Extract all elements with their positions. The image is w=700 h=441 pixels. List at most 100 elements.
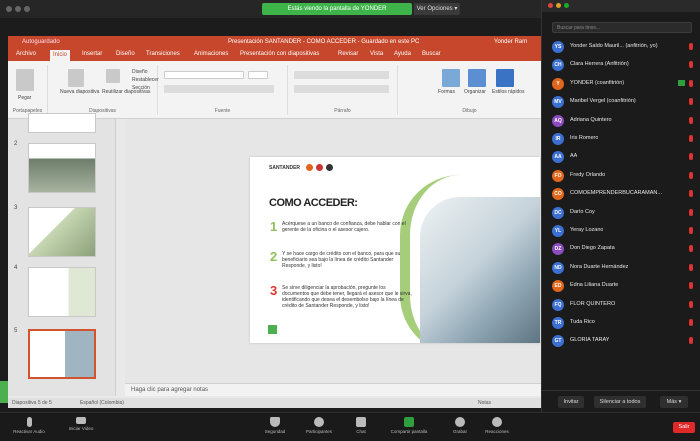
language-indicator[interactable]: Español (Colombia) [80,400,124,406]
participant-row[interactable]: IR Iris Romero [550,130,700,148]
tab-revisar[interactable]: Revisar [338,51,358,57]
step-text: Y se hace cargo de crédito con el banco,… [282,251,401,269]
participant-row[interactable]: ND Nora Duarte Hernández [550,259,700,277]
participant-name: Darío Coy [570,208,595,215]
muted-mic-icon [689,263,693,271]
paragraph-buttons[interactable] [294,71,389,79]
reuse-slides-icon[interactable] [106,69,120,83]
participant-row[interactable]: AQ Adriana Quintero [550,112,700,130]
participant-row[interactable]: GT GLORIA TARAY [550,332,700,350]
tab-archivo[interactable]: Archivo [16,51,36,57]
logo-mark-icon [326,164,333,171]
slide-thumbnail-selected[interactable] [28,329,96,379]
paste-icon[interactable] [16,69,34,91]
participant-row[interactable]: YS Yonder Saldo Mauril... (anfitrión, yo) [550,38,700,56]
font-select[interactable] [164,71,244,79]
avatar: DZ [552,243,564,256]
chat-button[interactable]: Chat [346,417,376,434]
step-text: Acérquese a un banco de confianza, debe … [282,221,406,233]
alignment-buttons[interactable] [294,85,389,93]
participant-row[interactable]: AA AA [550,148,700,166]
maximize-icon[interactable] [564,3,569,8]
ribbon-group-paragraph: Párrafo [288,65,398,115]
font-size-select[interactable] [248,71,268,79]
new-slide-label: Nueva diapositiva [60,89,100,95]
tab-transiciones[interactable]: Transiciones [146,51,180,57]
tab-inicio[interactable]: Inicio [50,50,71,61]
avatar: MV [552,96,564,109]
window-dot-icon[interactable] [6,6,12,12]
reset-button[interactable]: Restablecer [132,77,159,83]
window-dot-icon[interactable] [15,6,21,12]
avatar: CH [552,59,564,72]
participant-row[interactable]: MV Maribel Vergel (coanfitrión) [550,93,700,111]
invite-button[interactable]: Invitar [558,396,584,408]
tab-animaciones[interactable]: Animaciones [194,51,228,57]
slide-thumbnail[interactable] [28,143,96,193]
shield-icon [270,417,280,427]
reactions-button[interactable]: Reacciones [480,417,514,434]
layout-button[interactable]: Diseño [132,69,148,75]
participants-button[interactable]: Participantes [298,417,340,434]
notes-toggle[interactable]: Notas [478,400,491,406]
leave-meeting-button[interactable]: Salir [673,422,695,433]
section-button[interactable]: Sección [132,85,150,91]
record-button[interactable]: Grabar [446,417,474,434]
arrange-icon[interactable] [468,69,486,87]
tab-presentacion[interactable]: Presentación con diapositivas [240,51,319,57]
tab-buscar[interactable]: Buscar [422,51,441,57]
toolbar-label: Iniciar Video [68,426,94,431]
participant-row[interactable]: DC Darío Coy [550,204,700,222]
tab-vista[interactable]: Vista [370,51,383,57]
font-format-buttons[interactable] [164,85,274,93]
new-slide-icon[interactable] [68,69,84,87]
muted-mic-icon [689,116,693,124]
minimize-icon[interactable] [556,3,561,8]
tab-diseno[interactable]: Diseño [116,51,135,57]
slide-thumbnail[interactable] [28,267,96,317]
quick-styles-icon[interactable] [496,69,514,87]
toolbar-label: Reacciones [485,429,509,434]
shapes-icon[interactable] [442,69,460,87]
participant-row[interactable]: TR Tuda Rico [550,314,700,332]
participant-row[interactable]: Y YONDER (coanfitrión) [550,75,700,93]
muted-mic-icon [689,61,693,69]
participant-row[interactable]: CO COMOEMPRENDERBUCARAMAN... [550,185,700,203]
notes-pane[interactable]: Haga clic para agregar notas [125,383,541,396]
start-video-button[interactable]: Iniciar Video [64,417,98,431]
current-slide[interactable]: SANTANDER COMO ACCEDER: 1 Acérquese a un… [250,157,540,343]
unmute-button[interactable]: Reactivar Audio [12,417,46,434]
participant-row[interactable]: ED Edna Liliana Duarte [550,277,700,295]
tab-ayuda[interactable]: Ayuda [394,51,411,57]
view-options-button[interactable]: Ver Opciones ▾ [414,3,460,15]
participant-search-input[interactable]: Buscar para tinos... [552,22,692,33]
more-button[interactable]: Más ▾ [660,396,688,408]
step-number: 3 [270,283,278,298]
share-screen-button[interactable]: Compartir pantalla [384,417,434,434]
thumbnail-number: 2 [14,141,18,147]
slide-thumbnail[interactable] [28,207,96,257]
document-title: Presentación SANTANDER - COMO ACCEDER - … [228,39,420,45]
reactions-icon [492,417,502,427]
close-icon[interactable] [548,3,553,8]
participant-name: Maribel Vergel (coanfitrión) [570,98,636,105]
participant-name: Edna Liliana Duarte [570,282,619,289]
avatar: AQ [552,114,564,127]
participant-name: COMOEMPRENDERBUCARAMAN... [570,190,662,197]
security-button[interactable]: Seguridad [258,417,292,434]
mute-all-button[interactable]: Silenciar a todos [594,396,646,408]
participant-row[interactable]: FQ FLOR QUINTERO [550,296,700,314]
participant-row[interactable]: CH Clara Herrera (Anfitrión) [550,56,700,74]
participant-row[interactable]: FO Fredy Orlando [550,167,700,185]
participant-row[interactable]: DZ Don Diego Zapata [550,240,700,258]
window-dot-icon[interactable] [24,6,30,12]
ribbon: Pegar Portapapeles Nueva diapositiva Reu… [8,61,541,119]
slide-thumbnail[interactable] [28,113,96,133]
tab-insertar[interactable]: Insertar [82,51,102,57]
user-name[interactable]: Yonder Ram [494,39,527,45]
participant-row[interactable]: YL Yeray Lozano [550,222,700,240]
step-text: Se sirve diligenciar la aprobación, preg… [282,285,412,309]
muted-mic-icon [689,190,693,198]
avatar: YL [552,225,564,237]
autosave-toggle[interactable]: Autoguardado [22,39,60,45]
